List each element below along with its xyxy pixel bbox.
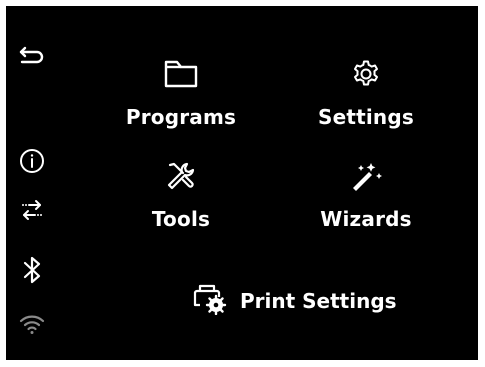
wizards-label: Wizards xyxy=(320,207,412,231)
info-icon[interactable] xyxy=(18,147,46,175)
bluetooth-icon[interactable] xyxy=(18,256,46,284)
tools-label: Tools xyxy=(151,207,211,231)
print-settings-label: Print Settings xyxy=(240,289,397,313)
print-settings-button[interactable]: Print Settings xyxy=(192,284,397,318)
settings-label: Settings xyxy=(317,105,414,129)
magic-wand-icon xyxy=(349,160,383,196)
settings-tile[interactable]: Settings xyxy=(296,59,436,129)
device-screen: Programs Settings Tools Wizards Print Se… xyxy=(6,6,478,360)
back-arrow-icon[interactable] xyxy=(18,42,46,70)
print-settings-icon xyxy=(192,283,228,319)
transfer-arrows-icon[interactable] xyxy=(18,196,46,224)
tools-icon xyxy=(165,160,197,196)
wifi-icon[interactable] xyxy=(18,310,46,338)
programs-tile[interactable]: Programs xyxy=(111,59,251,129)
gear-icon xyxy=(351,59,381,93)
tools-tile[interactable]: Tools xyxy=(111,161,251,231)
folder-icon xyxy=(163,59,199,93)
programs-label: Programs xyxy=(125,105,237,129)
wizards-tile[interactable]: Wizards xyxy=(296,161,436,231)
